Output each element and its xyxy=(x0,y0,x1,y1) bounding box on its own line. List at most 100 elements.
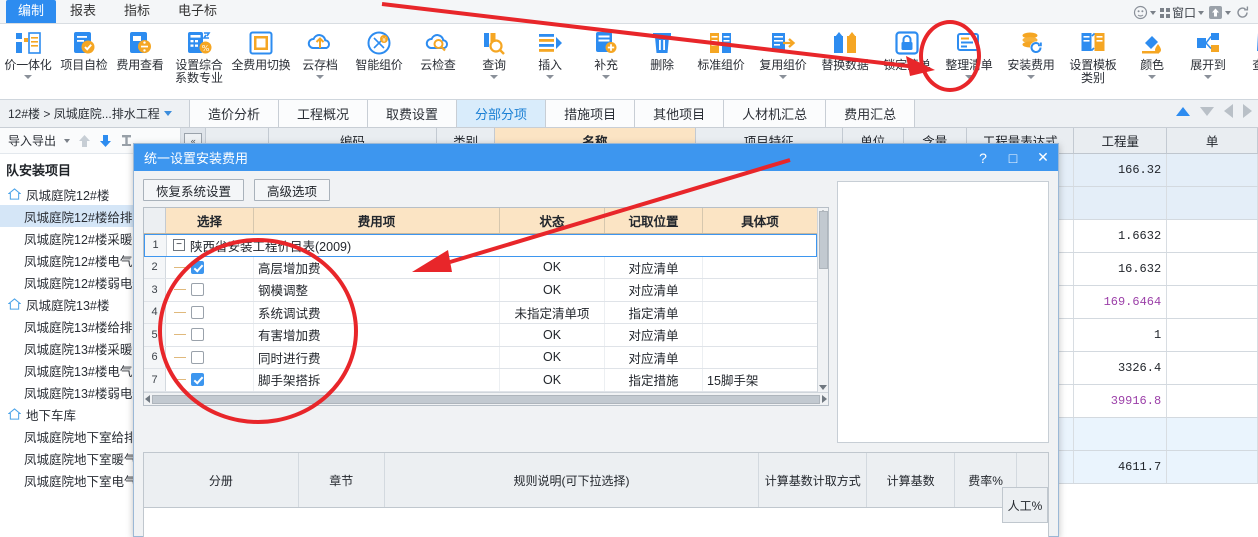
menu-item-compile[interactable]: 编制 xyxy=(6,0,57,23)
fee-header-fee-item[interactable]: 费用项 xyxy=(254,208,500,233)
cell-position[interactable]: 指定清单 xyxy=(605,301,703,323)
table-row[interactable]: 1− 陕西省安装工程价目表(2009) xyxy=(144,234,817,257)
chevron-down-icon[interactable] xyxy=(316,75,324,79)
rule-header-base[interactable]: 计算基数 xyxy=(867,453,956,507)
cell-quantity[interactable]: 1 xyxy=(1074,319,1168,351)
table-row[interactable]: 5 有害增加费 OK 对应清单 xyxy=(144,324,817,347)
cell-position[interactable]: 对应清单 xyxy=(605,346,703,368)
cell-quantity[interactable]: 1.6632 xyxy=(1074,220,1168,252)
chevron-down-icon[interactable] xyxy=(163,111,172,116)
cell-blank[interactable] xyxy=(1167,451,1258,483)
rule-header-chapter[interactable]: 章节 xyxy=(299,453,385,507)
ribbon-button-cost-view[interactable]: 费用查看 xyxy=(112,24,168,98)
cell-fee-item[interactable]: 系统调试费 xyxy=(254,301,500,323)
ribbon-button-set-template-category[interactable]: 设置模板 类别 xyxy=(1062,24,1124,98)
account-button[interactable] xyxy=(1133,5,1156,20)
cell-quantity[interactable]: 4611.7 xyxy=(1074,451,1168,483)
fee-item-checkbox[interactable] xyxy=(191,283,204,297)
ribbon-button-expand-to[interactable]: 展开到 xyxy=(1180,24,1236,98)
table-row[interactable]: 2 高层增加费 OK 对应清单 xyxy=(144,256,817,279)
cell-detail[interactable] xyxy=(703,324,817,346)
cell-quantity[interactable]: 16.632 xyxy=(1074,253,1168,285)
scroll-down-icon[interactable] xyxy=(819,385,827,390)
chevron-down-icon[interactable] xyxy=(490,75,498,79)
dialog-title-bar[interactable]: 统一设置安装费用 ? □ ✕ xyxy=(134,144,1058,171)
tab-divided-items[interactable]: 分部分项 xyxy=(457,100,547,127)
dialog-help-button[interactable]: ? xyxy=(968,144,998,171)
cell-status[interactable]: OK xyxy=(500,346,605,368)
chevron-down-icon[interactable] xyxy=(64,138,71,143)
cell-detail[interactable] xyxy=(703,257,817,279)
grid-header-quantity[interactable]: 工程量 xyxy=(1074,128,1168,153)
table-row[interactable]: 4 系统调试费 未指定清单项 指定清单 xyxy=(144,301,817,324)
cell-position[interactable]: 对应清单 xyxy=(605,279,703,301)
help-refresh-button[interactable] xyxy=(1235,5,1250,20)
chevron-down-icon[interactable] xyxy=(1027,75,1035,79)
import-export-label[interactable]: 导入导出 xyxy=(8,132,56,149)
chevron-down-icon[interactable] xyxy=(1204,75,1212,79)
cell-blank[interactable] xyxy=(1167,418,1258,450)
cell-detail[interactable] xyxy=(703,279,817,301)
ribbon-button-find[interactable]: 查找 xyxy=(1236,24,1258,98)
cell-quantity[interactable] xyxy=(1074,418,1168,450)
cell-select[interactable] xyxy=(166,346,254,368)
cell-fee-item[interactable]: 钢模调整 xyxy=(254,279,500,301)
cell-select[interactable] xyxy=(166,369,254,391)
ribbon-button-delete[interactable]: 删除 xyxy=(634,24,690,98)
breadcrumb[interactable]: 12#楼 > 凤城庭院...排水工程 xyxy=(0,100,190,127)
ribbon-button-full-cost-switch[interactable]: 全费用切换 xyxy=(230,24,292,98)
ribbon-button-lock-list[interactable]: 锁定清单 xyxy=(876,24,938,98)
tab-resource-summary[interactable]: 人材机汇总 xyxy=(724,100,827,127)
cell-select[interactable] xyxy=(166,324,254,346)
fee-header-select[interactable]: 选择 xyxy=(166,208,254,233)
advanced-options-button[interactable]: 高级选项 xyxy=(254,179,331,201)
cell-status[interactable]: OK xyxy=(500,324,605,346)
rule-header-volume[interactable]: 分册 xyxy=(144,453,299,507)
ribbon-button-insert[interactable]: 插入 xyxy=(522,24,578,98)
cell-blank[interactable] xyxy=(1167,220,1258,252)
cell-quantity[interactable]: 3326.4 xyxy=(1074,352,1168,384)
menu-item-indicator[interactable]: 指标 xyxy=(110,0,164,23)
cell-blank[interactable] xyxy=(1167,187,1258,219)
cell-quantity[interactable]: 166.32 xyxy=(1074,154,1168,186)
tab-cost-analysis[interactable]: 造价分析 xyxy=(190,100,280,127)
fee-item-checkbox[interactable] xyxy=(191,350,204,364)
nav-left-icon[interactable] xyxy=(1224,104,1233,118)
pin-icon[interactable] xyxy=(120,134,133,148)
chevron-down-icon[interactable] xyxy=(546,75,554,79)
cell-fee-item[interactable]: 有害增加费 xyxy=(254,324,500,346)
tab-cost-summary[interactable]: 费用汇总 xyxy=(826,100,916,127)
cell-fee-group[interactable]: − 陕西省安装工程价目表(2009) xyxy=(167,235,816,256)
ribbon-button-standard-pricing[interactable]: 标准组价 xyxy=(690,24,752,98)
cell-select[interactable] xyxy=(166,279,254,301)
fee-item-checkbox[interactable] xyxy=(191,305,204,319)
move-up-icon[interactable] xyxy=(78,134,91,148)
rule-header-base-method[interactable]: 计算基数计取方式 xyxy=(759,453,868,507)
dialog-maximize-button[interactable]: □ xyxy=(998,144,1028,171)
dialog-close-button[interactable]: ✕ xyxy=(1028,144,1058,171)
cell-fee-item[interactable]: 高层增加费 xyxy=(254,256,500,278)
table-row[interactable]: 3 钢模调整 OK 对应清单 xyxy=(144,279,817,302)
tab-fee-settings[interactable]: 取费设置 xyxy=(368,100,458,127)
fee-header-position[interactable]: 记取位置 xyxy=(605,208,703,233)
ribbon-button-smart-pricing[interactable]: ¥ 智能组价 xyxy=(348,24,410,98)
table-row[interactable]: 7 脚手架搭拆 OK 指定措施 15脚手架 xyxy=(144,369,817,392)
nav-right-icon[interactable] xyxy=(1243,104,1252,118)
nav-up-icon[interactable] xyxy=(1176,106,1190,116)
chevron-down-icon[interactable] xyxy=(965,75,973,79)
cell-quantity[interactable]: 169.6464 xyxy=(1074,286,1168,318)
ribbon-button-cloud-archive[interactable]: 云存档 xyxy=(292,24,348,98)
cell-blank[interactable] xyxy=(1167,319,1258,351)
ribbon-button-quantity-price-integration[interactable]: 价一体化 xyxy=(0,24,56,98)
cell-blank[interactable] xyxy=(1167,154,1258,186)
fee-item-checkbox[interactable] xyxy=(191,260,204,274)
chevron-down-icon[interactable] xyxy=(602,75,610,79)
dialog-detail-pane[interactable] xyxy=(837,181,1049,443)
chevron-down-icon[interactable] xyxy=(24,75,32,79)
scrollbar-thumb[interactable] xyxy=(818,211,828,269)
cell-quantity[interactable] xyxy=(1074,187,1168,219)
ribbon-button-installation-cost[interactable]: 安装费用 xyxy=(1000,24,1062,98)
cell-fee-item[interactable]: 脚手架搭拆 xyxy=(254,369,500,391)
cell-quantity[interactable]: 39916.8 xyxy=(1074,385,1168,417)
cell-select[interactable] xyxy=(166,301,254,323)
